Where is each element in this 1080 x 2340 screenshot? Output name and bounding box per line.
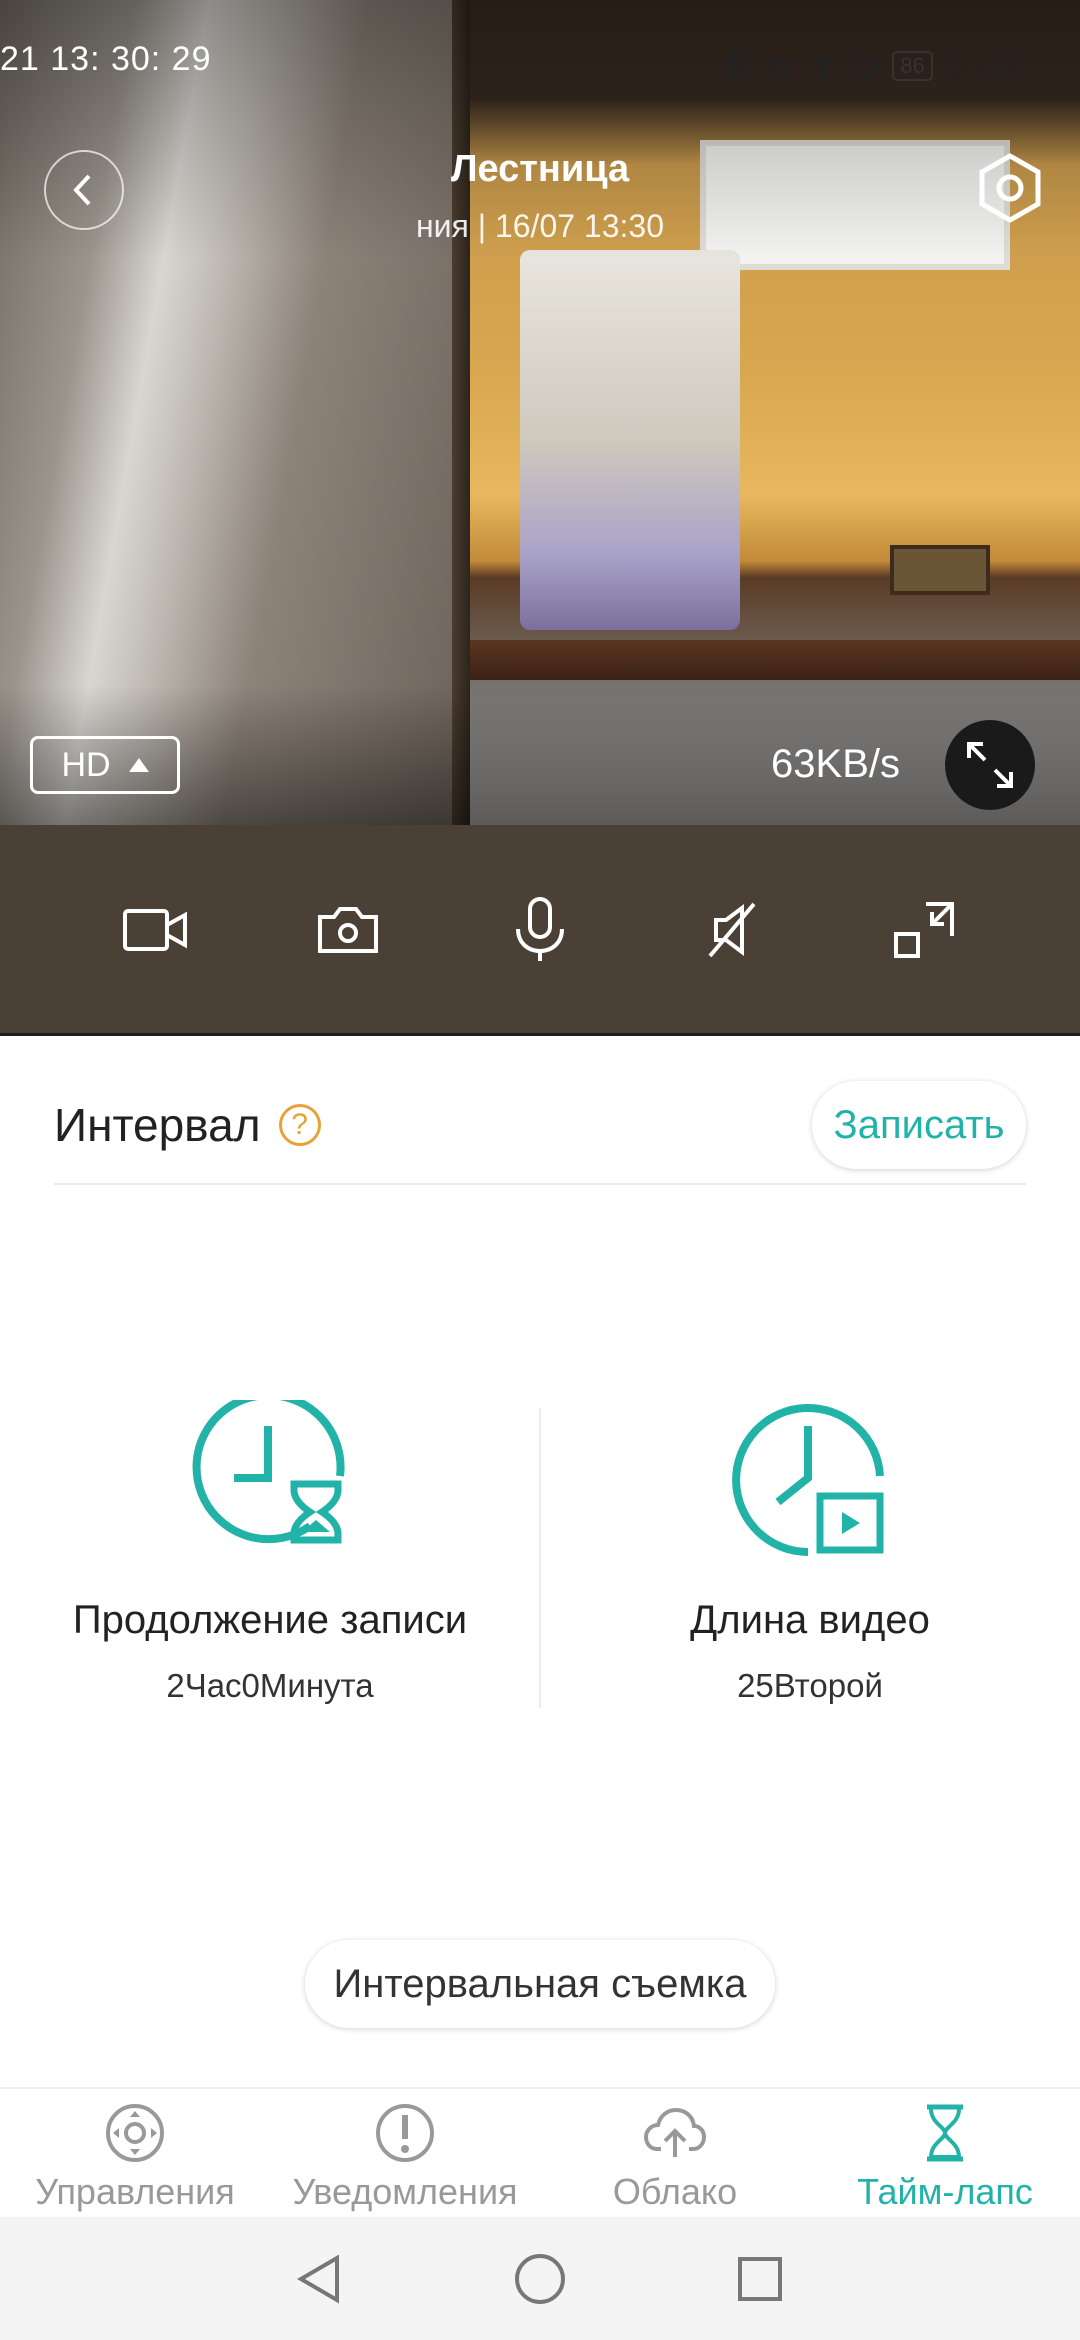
- quality-label: HD: [61, 745, 111, 784]
- tab-cloud[interactable]: Облако: [540, 2089, 810, 2217]
- caret-up-icon: [128, 758, 149, 772]
- help-icon[interactable]: ?: [278, 1104, 321, 1146]
- vibrate-icon: [852, 53, 878, 78]
- clock-hourglass-icon: [192, 1400, 345, 1544]
- camera-image-bed: [520, 250, 740, 630]
- record-video-button[interactable]: [111, 885, 201, 975]
- camera-settings-button[interactable]: [970, 148, 1050, 228]
- speaker-muted-icon: [708, 902, 756, 958]
- square-recents-icon: [738, 2256, 782, 2301]
- interval-title: Интервал: [54, 1099, 261, 1151]
- recording-duration[interactable]: Продолжение записи 2Час0Минута: [0, 1400, 540, 1705]
- nfc-icon: [725, 52, 753, 79]
- tab-notifications[interactable]: Уведомления: [270, 2089, 540, 2217]
- control-pad-icon: [106, 2104, 164, 2162]
- collapse-icon: [894, 902, 954, 958]
- video-length-label: Длина видео: [690, 1598, 930, 1642]
- camera-title: Лестница: [450, 148, 630, 190]
- microphone-button[interactable]: [495, 885, 585, 975]
- status-time: 13:30: [944, 46, 1030, 84]
- fullscreen-button[interactable]: [945, 720, 1035, 810]
- microphone-icon: [516, 897, 564, 961]
- camera-image-shelf: [470, 640, 1080, 680]
- tab-label: Управления: [35, 2171, 235, 2212]
- system-navigation-bar: [0, 2217, 1080, 2340]
- timelapse-button[interactable]: Интервальная съемка: [305, 1940, 775, 2028]
- duration-value: 2Час0Минута: [166, 1667, 374, 1704]
- status-right: 86 13:30: [724, 46, 1030, 85]
- video-length[interactable]: Длина видео 25Второй: [540, 1400, 1080, 1705]
- expand-icon: [967, 742, 1013, 788]
- alert-icon: [376, 2104, 434, 2162]
- cloud-upload-icon: [643, 2107, 707, 2157]
- stream-speed: 63KB/s: [771, 742, 900, 786]
- status-bar: 21 13: 30: 29 86 13:30: [0, 0, 1080, 130]
- camera-settings-icon: [979, 153, 1041, 223]
- duration-label: Продолжение записи: [72, 1598, 468, 1642]
- tab-controls[interactable]: Управления: [0, 2089, 270, 2217]
- nav-back-button[interactable]: [290, 2249, 350, 2309]
- battery-level: 86: [892, 50, 933, 81]
- tab-timelapse[interactable]: Тайм-лапс: [810, 2089, 1080, 2217]
- video-length-value: 25Второй: [737, 1667, 883, 1704]
- timelapse-stats: Продолжение записи 2Час0Минута Длина вид…: [0, 1400, 1080, 1720]
- tab-label: Облако: [612, 2171, 738, 2212]
- bluetooth-icon: [815, 50, 833, 81]
- triangle-back-icon: [297, 2254, 339, 2303]
- bottom-tab-bar: Управления Уведомления Облако Тайм-лапс: [0, 2087, 1080, 2217]
- hourglass-icon: [927, 2104, 963, 2162]
- record-button[interactable]: Записать: [812, 1081, 1026, 1169]
- camera-view[interactable]: 21 13: 30: 29 86 13:30 Лестница ния | 16…: [0, 0, 1080, 825]
- tab-label: Тайм-лапс: [857, 2171, 1033, 2212]
- mute-button[interactable]: [687, 885, 777, 975]
- video-camera-icon: [123, 909, 187, 951]
- collapse-button[interactable]: [879, 885, 969, 975]
- circle-home-icon: [515, 2253, 565, 2304]
- nav-recents-button[interactable]: [730, 2249, 790, 2309]
- control-bar-divider: [0, 1033, 1080, 1036]
- section-divider: [54, 1183, 1026, 1185]
- nav-home-button[interactable]: [510, 2249, 570, 2309]
- clock-video-icon: [732, 1404, 884, 1556]
- alarm-icon: [769, 55, 793, 78]
- control-bar: [0, 825, 1080, 1035]
- camera-subtitle: ния | 16/07 13:30: [415, 208, 664, 244]
- camera-icon: [318, 907, 378, 953]
- status-left-text: 21 13: 30: 29: [0, 40, 212, 78]
- quality-selector[interactable]: HD: [30, 736, 180, 794]
- camera-image-picture-frame: [890, 545, 990, 595]
- interval-header: Интервал ? Записать: [54, 1065, 1026, 1185]
- tab-label: Уведомления: [292, 2171, 518, 2212]
- snapshot-button[interactable]: [303, 885, 393, 975]
